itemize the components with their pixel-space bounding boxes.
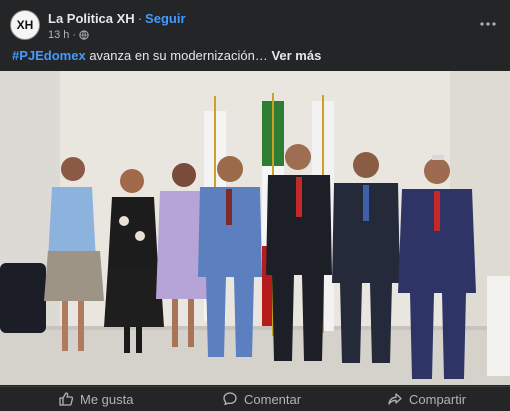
share-arrow-icon — [388, 393, 402, 405]
post-actions-bar: Me gusta Comentar Compartir — [0, 386, 510, 411]
share-button[interactable]: Compartir — [387, 391, 466, 407]
share-label: Compartir — [409, 391, 467, 407]
comment-icon — [223, 392, 237, 406]
post-meta: La Politica XH · Seguir 13 h · — [48, 11, 186, 41]
comment-label: Comentar — [244, 391, 302, 407]
time-separator: · — [72, 29, 77, 41]
like-label: Me gusta — [80, 391, 134, 407]
caption-text: avanza en su modernización… — [85, 48, 268, 63]
more-options-icon[interactable] — [478, 14, 498, 34]
hashtag-link[interactable]: #PJEdomex — [12, 48, 86, 63]
page-avatar[interactable]: XH — [10, 10, 40, 40]
see-more-link[interactable]: Ver más — [271, 48, 321, 63]
separator-dot: · — [137, 11, 143, 26]
post-header: XH La Politica XH · Seguir 13 h · — [10, 10, 500, 44]
follow-button[interactable]: Seguir — [145, 11, 185, 26]
post-photo[interactable] — [0, 71, 510, 385]
post-caption: #PJEdomex avanza en su modernización… Ve… — [12, 48, 321, 63]
post-timestamp[interactable]: 13 h — [48, 29, 69, 41]
comment-button[interactable]: Comentar — [222, 391, 301, 407]
thumbs-up-icon — [59, 392, 74, 406]
post-card: XH La Politica XH · Seguir 13 h · #PJEdome… — [0, 0, 510, 411]
like-button[interactable]: Me gusta — [58, 391, 133, 407]
globe-icon — [79, 30, 89, 40]
page-name-link[interactable]: La Politica XH — [48, 11, 135, 26]
